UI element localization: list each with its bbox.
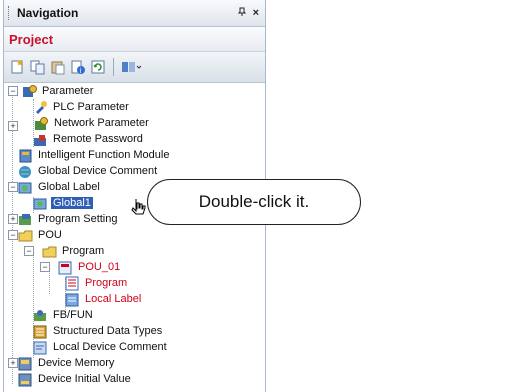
paste-icon[interactable] [50, 59, 66, 75]
global-label-item-icon [33, 196, 48, 211]
fb-fun-icon [33, 308, 48, 323]
panel-title: Navigation [17, 6, 79, 20]
refresh-icon[interactable] [90, 59, 106, 75]
tree-item-global-device-comment[interactable]: Global Device Comment [18, 163, 159, 179]
collapse-toggle[interactable]: − [40, 262, 50, 272]
tree-item-program[interactable]: − Program [24, 243, 106, 259]
tree-label: Device Initial Value [38, 373, 131, 385]
tree-label: Program Setting [38, 213, 118, 225]
tree-item-pou[interactable]: − POU [4, 227, 64, 243]
tree-item-device-initial-value[interactable]: Device Initial Value [18, 371, 133, 387]
tree-label-selected: Global1 [51, 197, 93, 209]
pin-icon[interactable] [237, 7, 247, 20]
tree-label: Local Label [85, 293, 142, 305]
tree-item-network-parameter[interactable]: + Network Parameter [8, 115, 151, 131]
tree-item-global-label[interactable]: − Global Label [4, 179, 102, 195]
tree-label: Device Memory [38, 357, 115, 369]
panel-titlebar[interactable]: Navigation × [4, 0, 265, 27]
device-initial-value-icon [18, 372, 33, 387]
tree-label: POU [38, 229, 62, 241]
expand-toggle[interactable]: + [8, 214, 18, 224]
tree-item-remote-password[interactable]: Remote Password [33, 131, 145, 147]
tree-item-intelligent-function-module[interactable]: Intelligent Function Module [18, 147, 171, 163]
network-parameter-icon [34, 116, 49, 131]
tree-label: Network Parameter [54, 117, 149, 129]
tree-item-program-setting[interactable]: + Program Setting [4, 211, 119, 227]
collapse-toggle[interactable]: − [24, 246, 34, 256]
callout-text: Double-click it. [198, 192, 310, 211]
new-data-icon[interactable] [10, 59, 26, 75]
navigation-toolbar: i [4, 52, 265, 83]
tree-label: Structured Data Types [53, 325, 163, 337]
tree-item-plc-parameter[interactable]: PLC Parameter [33, 99, 131, 115]
tree-label: Parameter [42, 85, 94, 97]
copy-icon[interactable] [30, 59, 46, 75]
pou-program-icon [58, 260, 73, 275]
mouse-pointer-icon [131, 199, 146, 215]
toolbar-separator [113, 58, 114, 76]
tree-item-local-device-comment[interactable]: Local Device Comment [33, 339, 169, 355]
collapse-toggle[interactable]: − [8, 182, 18, 192]
close-button[interactable]: × [253, 7, 259, 19]
expand-toggle[interactable]: + [8, 358, 18, 368]
drag-grip-icon[interactable] [8, 6, 13, 20]
tree-label: Intelligent Function Module [38, 149, 170, 161]
svg-text:i: i [80, 67, 82, 75]
tree-item-local-label[interactable]: Local Label [65, 291, 143, 307]
device-memory-icon [18, 356, 33, 371]
instruction-callout: Double-click it. [147, 179, 361, 225]
structured-data-icon [33, 324, 48, 339]
tree-label: Global Label [38, 181, 100, 193]
local-label-icon [65, 292, 80, 307]
tree-item-global1[interactable]: Global1 [33, 195, 93, 211]
project-header[interactable]: Project [4, 27, 265, 52]
tree-item-parameter[interactable]: − Parameter [4, 83, 95, 99]
tree-item-structured-data-types[interactable]: Structured Data Types [33, 323, 164, 339]
tree-label: FB/FUN [53, 309, 93, 321]
collapse-toggle[interactable]: − [8, 230, 18, 240]
global-label-icon [18, 180, 33, 195]
parameter-icon [22, 84, 37, 99]
collapse-toggle[interactable]: − [8, 86, 18, 96]
tree-label: Local Device Comment [53, 341, 167, 353]
tree-label: Program [62, 245, 105, 257]
tree-item-device-memory[interactable]: + Device Memory [4, 355, 116, 371]
tree-label: Program [85, 277, 128, 289]
remote-password-icon [33, 132, 48, 147]
local-comment-icon [33, 340, 48, 355]
tree-label: POU_01 [78, 261, 121, 273]
plc-parameter-icon [33, 100, 48, 115]
layout-icon[interactable] [121, 59, 142, 75]
program-folder-icon [42, 244, 57, 259]
tree-label: PLC Parameter [53, 101, 129, 113]
properties-icon[interactable]: i [70, 59, 86, 75]
ladder-program-icon [65, 276, 80, 291]
tree-item-fb-fun[interactable]: FB/FUN [33, 307, 95, 323]
program-setting-icon [18, 212, 33, 227]
tree-label: Global Device Comment [38, 165, 158, 177]
tree-label: Remote Password [53, 133, 143, 145]
tree-item-pou01-program[interactable]: Program [65, 275, 129, 291]
tree-item-pou-01[interactable]: − POU_01 [40, 259, 122, 275]
global-comment-icon [18, 164, 33, 179]
expand-toggle[interactable]: + [8, 121, 18, 131]
pou-icon [18, 228, 33, 243]
module-icon [18, 148, 33, 163]
